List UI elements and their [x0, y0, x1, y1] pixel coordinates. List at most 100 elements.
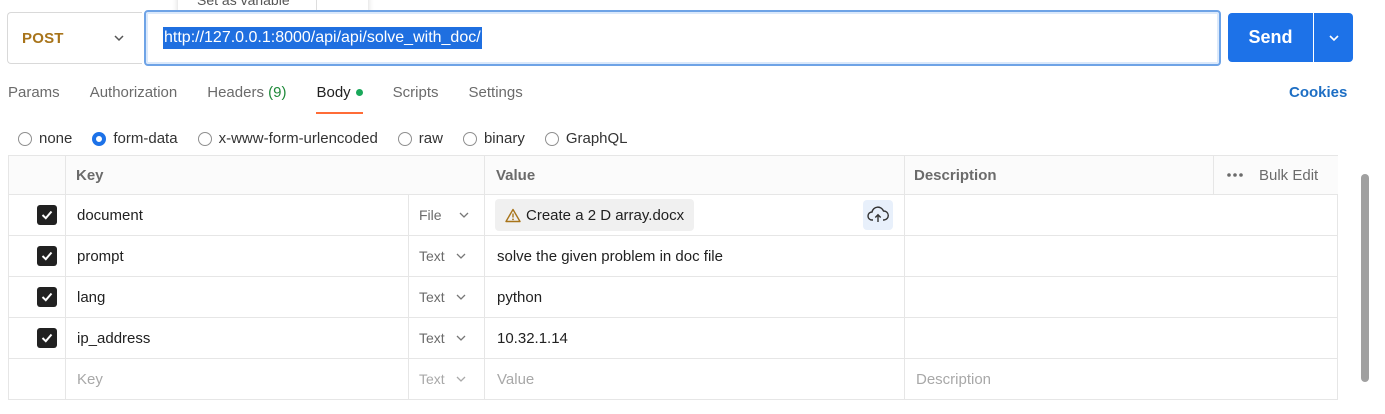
column-header-key: Key	[76, 166, 104, 184]
row-checkbox[interactable]	[37, 328, 57, 348]
method-select[interactable]: POST	[7, 12, 142, 64]
radio-button[interactable]	[462, 131, 477, 146]
row-checkbox[interactable]	[37, 287, 57, 307]
tooltip-label[interactable]: Set as variable	[197, 0, 290, 8]
url-input[interactable]: http://127.0.0.1:8000/api/api/solve_with…	[144, 10, 1221, 66]
tab-params[interactable]: Params	[8, 84, 60, 114]
radio-button[interactable]	[544, 131, 559, 146]
send-button[interactable]: Send	[1228, 13, 1313, 62]
tab-label: Settings	[468, 84, 523, 101]
new-row: Key Text Value Description	[8, 359, 1338, 400]
checkmark-icon	[41, 333, 53, 343]
tab-body[interactable]: Body	[316, 84, 363, 114]
cookies-link[interactable]: Cookies	[1289, 84, 1347, 101]
vertical-scrollbar[interactable]	[1361, 174, 1369, 382]
tab-scripts[interactable]: Scripts	[393, 84, 439, 114]
send-options-button[interactable]	[1314, 13, 1353, 62]
body-type-options: none form-data x-www-form-urlencoded raw…	[18, 130, 648, 147]
radio-button[interactable]	[397, 131, 412, 146]
radio-urlencoded[interactable]: x-www-form-urlencoded	[197, 130, 378, 147]
type-label: Text	[419, 289, 445, 305]
type-select[interactable]: Text	[419, 359, 467, 399]
tab-authorization[interactable]: Authorization	[90, 84, 178, 114]
radio-label: binary	[483, 130, 525, 147]
new-description-input[interactable]: Description	[916, 359, 991, 399]
divider	[8, 156, 9, 194]
tab-label: Authorization	[89, 84, 178, 101]
radio-binary[interactable]: binary	[462, 130, 525, 147]
table-row: prompt Text solve the given problem in d…	[8, 236, 1338, 277]
radio-label: GraphQL	[565, 130, 628, 147]
radio-button-selected[interactable]	[92, 131, 107, 146]
chevron-down-icon	[456, 335, 466, 341]
file-chip[interactable]: Create a 2 D array.docx	[495, 199, 695, 231]
tab-label: Scripts	[392, 84, 439, 101]
radio-button[interactable]	[197, 131, 212, 146]
row-key[interactable]: prompt	[77, 236, 124, 276]
column-header-value: Value	[496, 166, 536, 184]
request-tabs: Params Authorization Headers (9) Body Sc…	[8, 84, 553, 114]
url-text[interactable]: http://127.0.0.1:8000/api/api/solve_with…	[163, 27, 482, 49]
method-label: POST	[22, 29, 64, 47]
table-row: lang Text python	[8, 277, 1338, 318]
row-value[interactable]: python	[497, 277, 542, 317]
chevron-down-icon	[459, 212, 469, 218]
tab-headers[interactable]: Headers (9)	[207, 84, 286, 114]
checkmark-icon	[41, 210, 53, 220]
radio-label: x-www-form-urlencoded	[218, 130, 378, 147]
type-label: Text	[419, 330, 445, 346]
bulk-edit-button[interactable]: Bulk Edit	[1259, 156, 1318, 194]
type-label: Text	[419, 371, 445, 387]
checkmark-icon	[41, 251, 53, 261]
radio-button[interactable]	[18, 131, 32, 146]
divider	[484, 156, 485, 194]
file-name: Create a 2 D array.docx	[526, 206, 685, 224]
row-checkbox[interactable]	[37, 205, 57, 225]
radio-label: form-data	[113, 130, 178, 147]
row-key[interactable]: document	[77, 195, 143, 235]
type-select[interactable]: File	[419, 195, 470, 235]
type-select[interactable]: Text	[419, 236, 467, 276]
radio-graphql[interactable]: GraphQL	[544, 130, 628, 147]
tooltip-divider	[316, 0, 317, 10]
radio-label: none	[39, 130, 73, 147]
radio-raw[interactable]: raw	[397, 130, 443, 147]
new-value-input[interactable]: Value	[497, 359, 534, 399]
divider	[904, 156, 905, 194]
warning-icon	[505, 208, 521, 222]
checkmark-icon	[41, 292, 53, 302]
row-value[interactable]: solve the given problem in doc file	[497, 236, 723, 276]
row-checkbox[interactable]	[37, 246, 57, 266]
new-key-input[interactable]: Key	[77, 359, 103, 399]
row-key[interactable]: ip_address	[77, 318, 150, 358]
radio-form-data[interactable]: form-data	[92, 130, 178, 147]
send-label: Send	[1248, 27, 1293, 47]
radio-label: raw	[418, 130, 443, 147]
tab-label: Params	[8, 84, 60, 101]
headers-count: (9)	[268, 84, 287, 101]
chevron-down-icon	[456, 253, 466, 259]
row-value[interactable]: 10.32.1.14	[497, 318, 568, 358]
divider	[1213, 156, 1214, 194]
type-select[interactable]: Text	[419, 277, 467, 317]
row-key[interactable]: lang	[77, 277, 105, 317]
table-row: document File Create a 2 D array.docx	[8, 195, 1338, 236]
type-label: File	[419, 207, 442, 223]
type-label: Text	[419, 248, 445, 264]
body-active-dot-icon	[355, 88, 363, 96]
chevron-down-icon	[114, 35, 124, 42]
tab-label: Headers	[207, 84, 264, 101]
tab-settings[interactable]: Settings	[469, 84, 523, 114]
more-options-icon[interactable]	[1226, 156, 1244, 194]
radio-none[interactable]: none	[18, 130, 72, 147]
type-select[interactable]: Text	[419, 318, 467, 358]
divider	[65, 156, 66, 194]
tab-label: Body	[316, 84, 351, 101]
chevron-down-icon	[1328, 34, 1339, 41]
form-data-table: Key Value Description Bulk Edit document…	[8, 155, 1338, 400]
chevron-down-icon	[456, 376, 466, 382]
cloud-upload-icon[interactable]	[863, 200, 893, 230]
table-row: ip_address Text 10.32.1.14	[8, 318, 1338, 359]
table-header-row: Key Value Description Bulk Edit	[8, 155, 1338, 195]
column-header-description: Description	[914, 166, 997, 184]
